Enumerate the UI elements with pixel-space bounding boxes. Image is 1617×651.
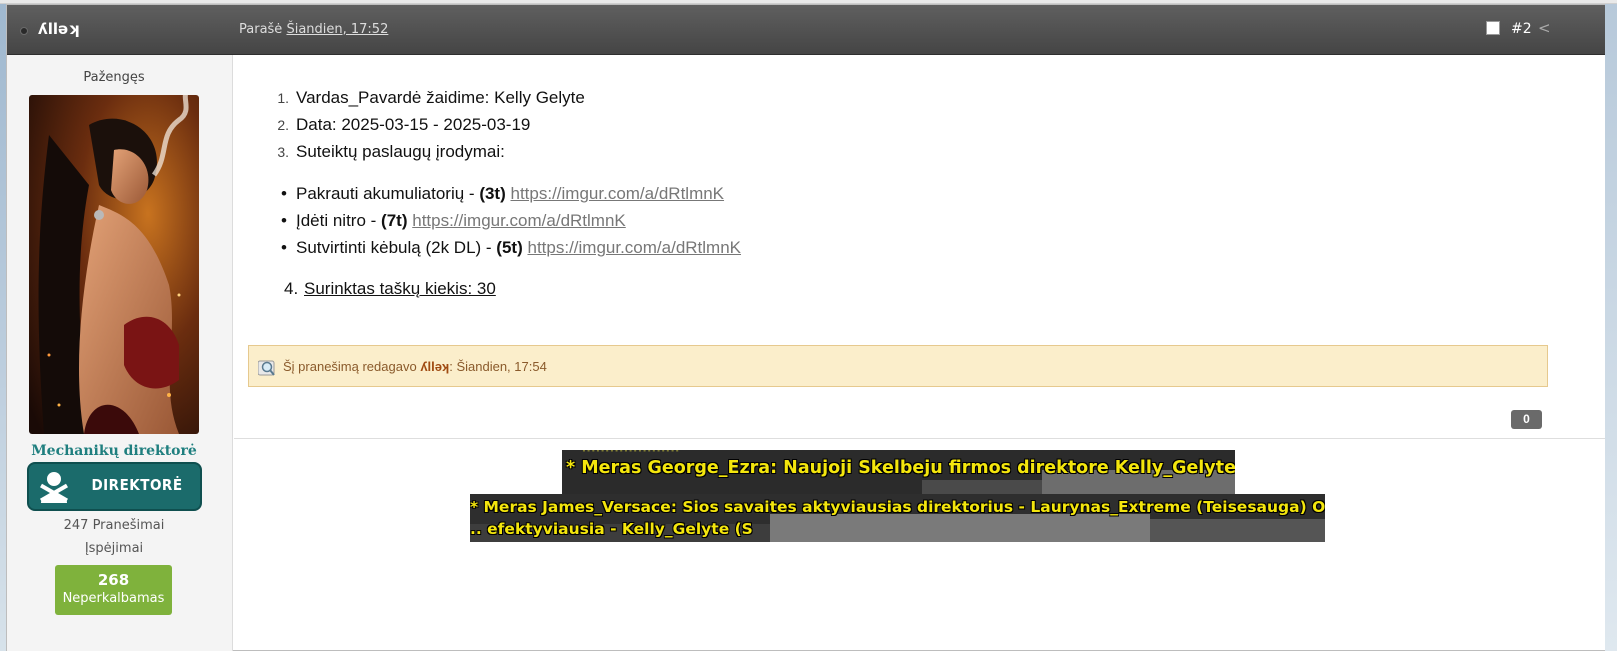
service-item: • Įdėti nitro - (7t) https://imgur.com/a/… (281, 211, 626, 230)
game-screenshot-2: * Meras James_Versace: Sios savaites akt… (470, 494, 1325, 542)
reputation-label: Neperkalbamas (62, 591, 165, 606)
services-list: • Pakrauti akumuliatorių - (3t) https://i… (281, 183, 741, 264)
posted-info: Parašė Šiandien, 17:52 (239, 22, 388, 37)
proof-link[interactable]: https://imgur.com/a/dRtlmnK (511, 184, 725, 203)
post-header: ʎllǝʞ Parašė Šiandien, 17:52 #2 < (7, 5, 1605, 55)
game-chat-line: * Meras James_Versace: Sios savaites akt… (470, 498, 1325, 516)
warnings-link[interactable]: Įspėjimai (7, 541, 221, 556)
mechanic-icon (40, 472, 68, 503)
points-total-text: Surinktas taškų kiekis: 30 (304, 279, 496, 298)
proof-link[interactable]: https://imgur.com/a/dRtlmnK (527, 238, 741, 257)
post-number-link[interactable]: #2 (1511, 21, 1532, 37)
rank-title: Mechanikų direktorė (31, 443, 197, 459)
service-item: • Pakrauti akumuliatorių - (3t) https://i… (281, 184, 725, 203)
list-item: 1. Vardas_Pavardė žaidime: Kelly Gelyte (277, 88, 585, 107)
select-post-checkbox[interactable] (1486, 21, 1500, 35)
edit-note: Šį pranešimą redagavo ʎllǝʞ: Šiandien, 1… (248, 345, 1548, 387)
offline-status-icon (20, 27, 28, 35)
bullet-icon: • (281, 238, 287, 257)
post-author[interactable]: ʎllǝʞ (38, 20, 79, 38)
edit-author[interactable]: ʎllǝʞ (420, 359, 449, 374)
game-chat-line: * Meras George_Ezra: Naujoji Skelbeju fi… (566, 458, 1235, 478)
info-list: 1. Vardas_Pavardė žaidime: Kelly Gelyte 2… (274, 87, 585, 168)
reputation-value: 268 (97, 571, 130, 589)
rank-badge-label: DIREKTORĖ (91, 476, 183, 494)
list-item: 3. Suteiktų paslaugų įrodymai: (277, 142, 505, 161)
member-group: Pažengęs (83, 70, 145, 85)
game-screenshot-1: ····················· * Meras George_Ezr… (562, 450, 1235, 494)
points-total: 4. Surinktas taškų kiekis: 30 (284, 279, 496, 298)
reputation-badge: 268 Neperkalbamas (55, 565, 172, 615)
post-content: 1. Vardas_Pavardė žaidime: Kelly Gelyte 2… (234, 55, 1605, 651)
divider (234, 438, 1605, 439)
window-edge (1605, 4, 1617, 651)
bullet-icon: • (281, 211, 287, 230)
edit-note-text: Šį pranešimą redagavo ʎllǝʞ: Šiandien, 1… (283, 359, 547, 374)
partial-chat-line: ····················· (582, 450, 680, 458)
service-item: • Sutvirtinti kėbulą (2k DL) - (5t) https… (281, 238, 742, 257)
list-item: 2. Data: 2025-03-15 - 2025-03-19 (277, 115, 531, 134)
game-chat-line: .. efektyviausia - Kelly_Gelyte (S (470, 520, 753, 538)
reaction-count-badge[interactable]: 0 (1511, 410, 1542, 429)
posts-count: 247 Pranešimai (63, 518, 165, 533)
share-icon[interactable]: < (1538, 19, 1551, 37)
posted-prefix: Parašė (239, 22, 283, 37)
avatar[interactable] (29, 95, 199, 434)
bullet-icon: • (281, 184, 287, 203)
forum-post: ʎllǝʞ Parašė Šiandien, 17:52 #2 < Paženg… (6, 4, 1606, 651)
magnifier-icon (258, 360, 275, 376)
proof-link[interactable]: https://imgur.com/a/dRtlmnK (412, 211, 626, 230)
author-sidebar: Pažengęs Mechanikų direktorė DIREKTORĖ 2… (7, 55, 233, 651)
rank-badge: DIREKTORĖ (27, 462, 202, 511)
posted-date-link[interactable]: Šiandien, 17:52 (286, 22, 388, 37)
